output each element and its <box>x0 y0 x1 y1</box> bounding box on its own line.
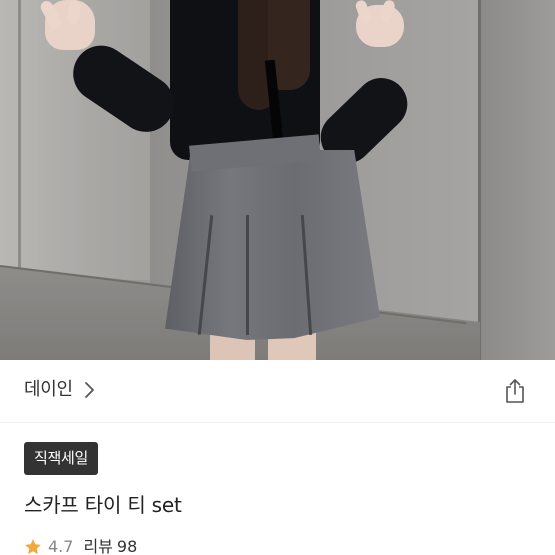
seller-name-link[interactable]: 데이인 <box>24 378 73 402</box>
share-button[interactable] <box>498 374 532 408</box>
skirt-pleat <box>246 215 249 335</box>
seller-row: 데이인 <box>0 360 555 422</box>
photo-wall-right <box>480 0 555 360</box>
photo-wall-seam-right <box>478 0 481 360</box>
product-photo[interactable] <box>0 0 555 360</box>
share-icon <box>506 379 524 403</box>
star-icon <box>25 539 41 555</box>
rating-value: 4.7 <box>48 537 74 555</box>
review-label: 리뷰 <box>83 537 113 555</box>
section-divider <box>0 422 555 423</box>
sale-badge: 직잭세일 <box>24 442 99 475</box>
product-detail-page: 데이인 직잭세일 스카프 타이 티 set 4.7 리뷰 98 <box>0 0 555 555</box>
chevron-right-icon[interactable] <box>82 380 98 400</box>
rating-row[interactable]: 4.7 리뷰 98 <box>24 535 137 555</box>
product-title: 스카프 타이 티 set <box>24 493 182 517</box>
photo-wall-seam <box>18 0 21 280</box>
review-count: 98 <box>116 537 138 555</box>
model-skirt <box>165 150 380 340</box>
